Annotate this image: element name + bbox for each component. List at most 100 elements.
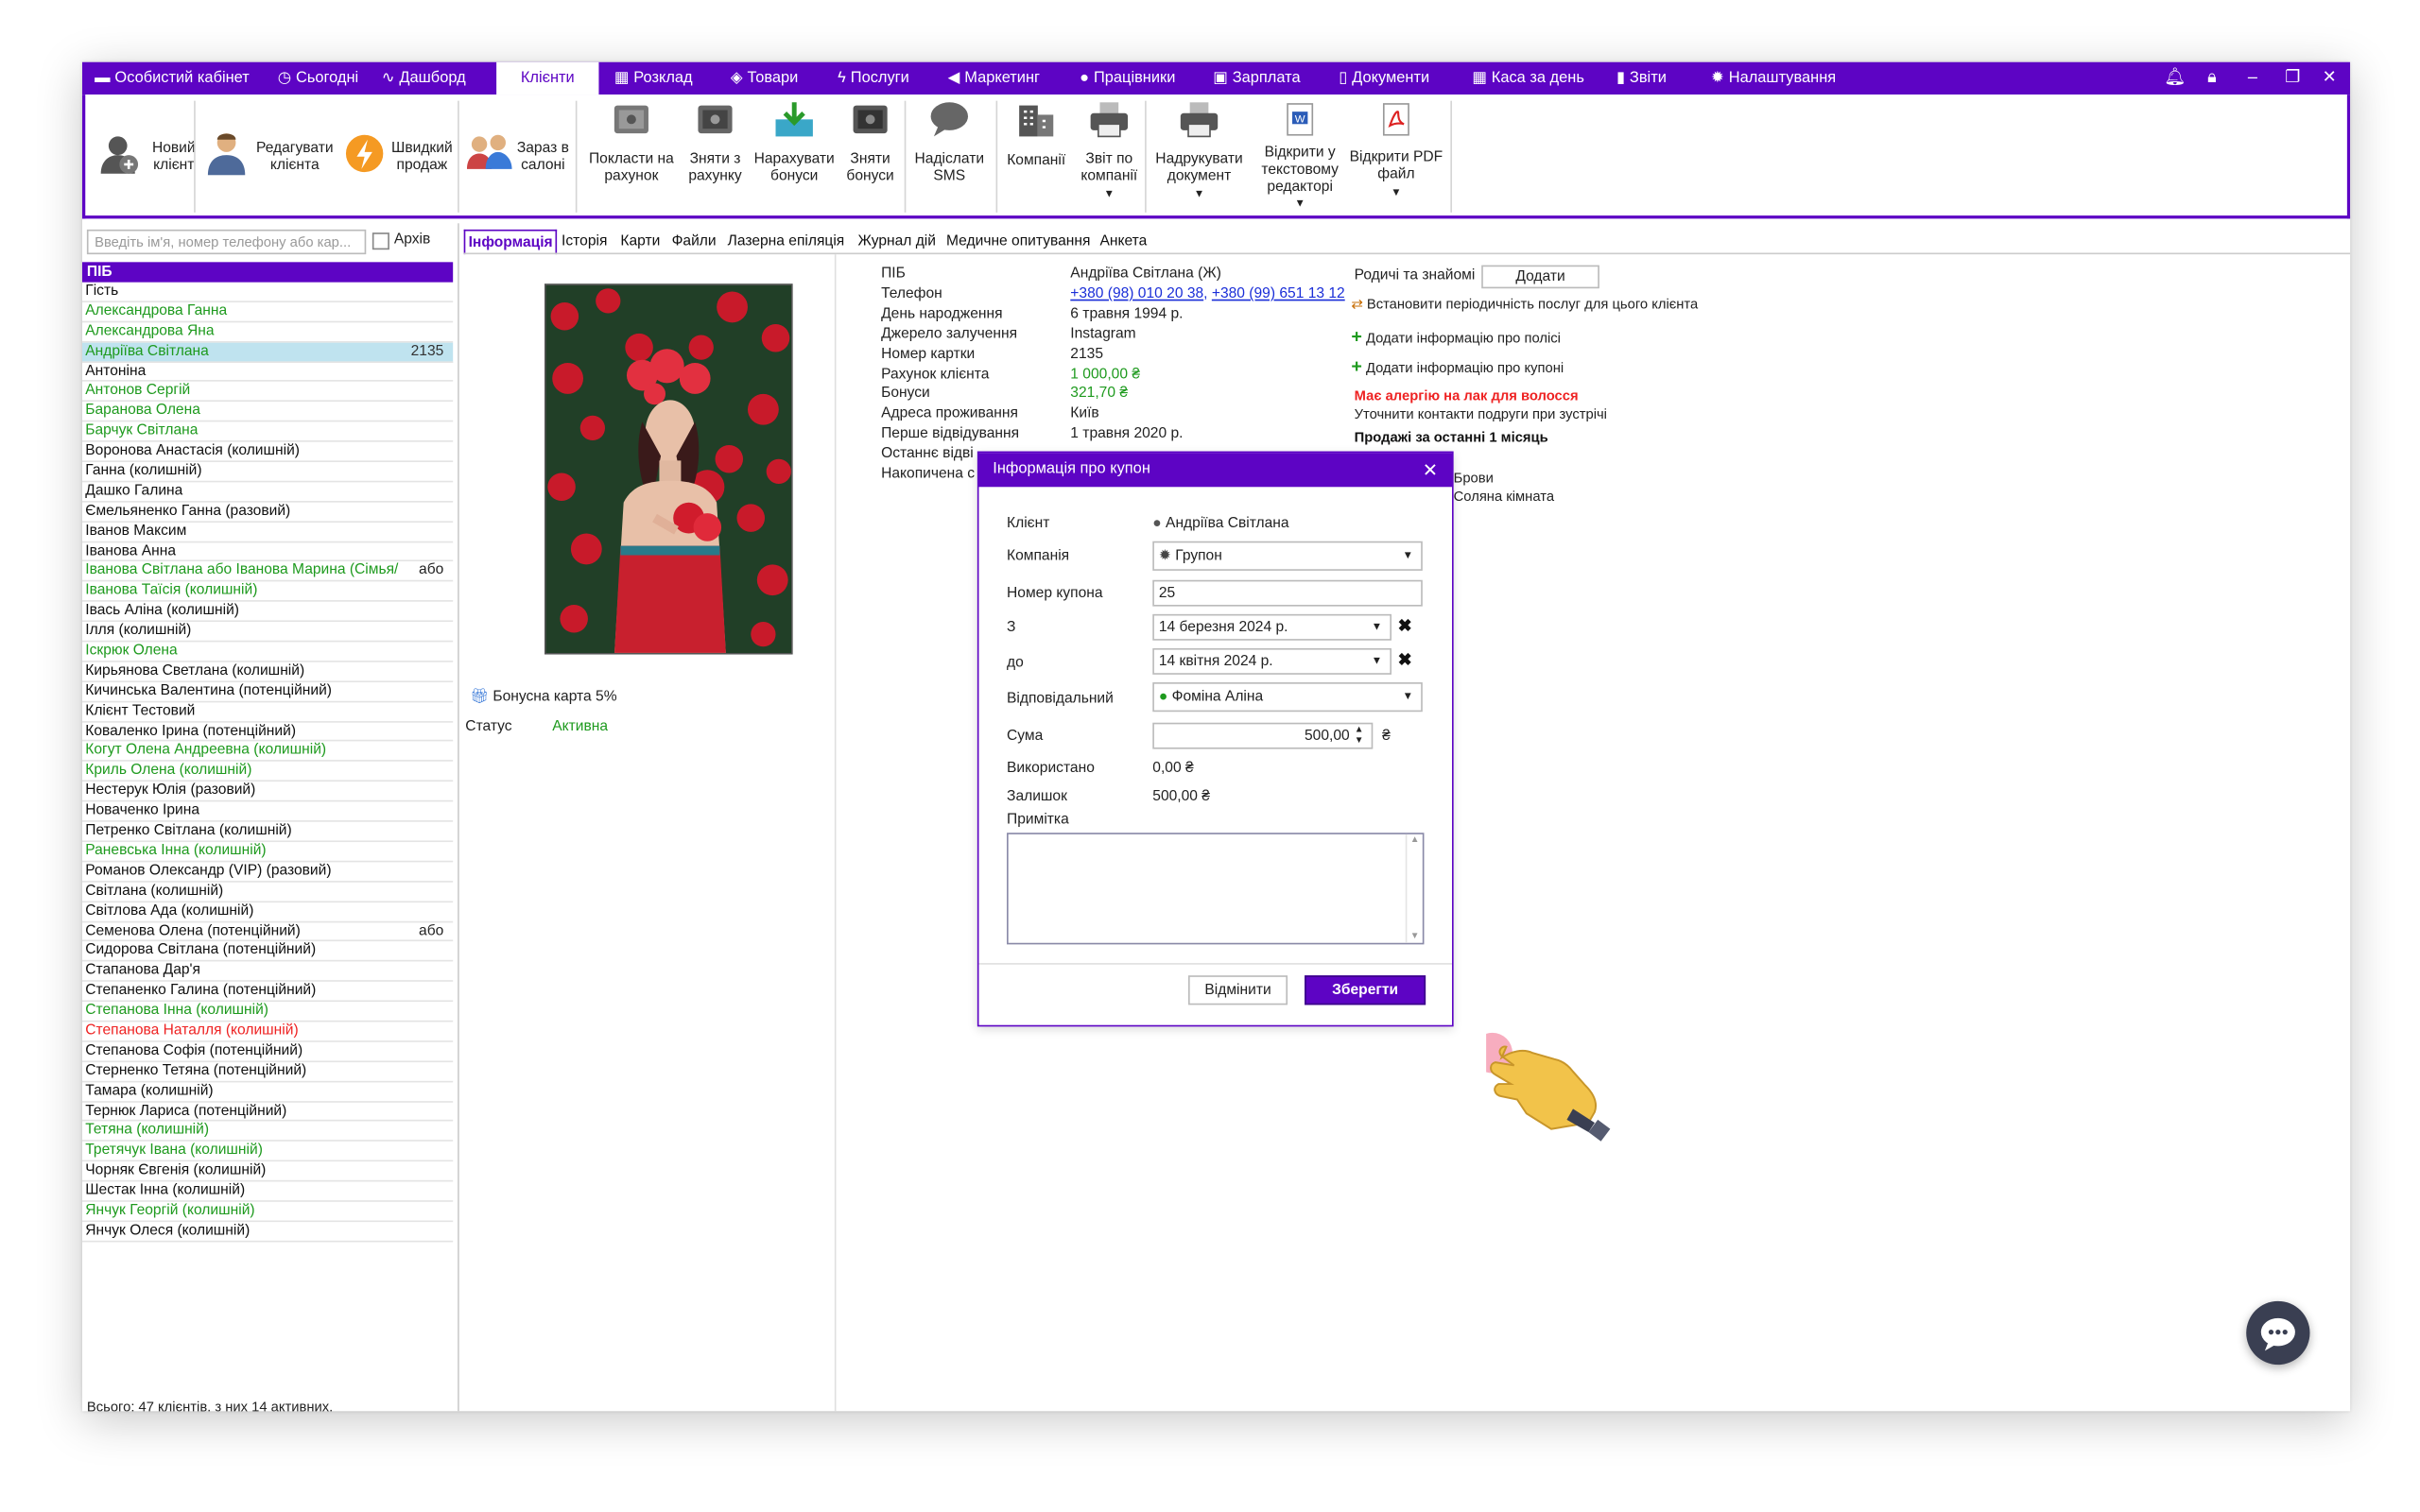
client-photo[interactable]: [544, 284, 793, 655]
client-list-item[interactable]: Барчук Світлана: [81, 422, 454, 442]
tab-info[interactable]: Інформація: [463, 229, 558, 255]
from-date-picker[interactable]: 14 березня 2024 р. ▼: [1152, 613, 1392, 641]
client-list-item[interactable]: Александрова Ганна: [81, 302, 454, 322]
client-list-item[interactable]: Стапанова Дар'я: [81, 962, 454, 983]
client-list-item[interactable]: Сидорова Світлана (потенційний): [81, 942, 454, 962]
client-list-item[interactable]: Янчук Олеся (колишній): [81, 1222, 454, 1243]
chat-button[interactable]: [2246, 1300, 2310, 1366]
client-list-item[interactable]: Антонов Сергій: [81, 382, 454, 403]
client-list-item[interactable]: Степанова Софія (потенційний): [81, 1042, 454, 1062]
open-pdf-button[interactable]: Відкрити PDF файл ▼: [1348, 94, 1444, 215]
client-list-item[interactable]: Тетяна (колишній): [81, 1122, 454, 1143]
client-list-item[interactable]: Нестерук Юлія (разовий): [81, 782, 454, 802]
client-list-item[interactable]: Шестак Інна (колишній): [81, 1182, 454, 1202]
client-list-item[interactable]: Ганна (колишній): [81, 462, 454, 483]
client-list-item[interactable]: Світлова Ада (колишній): [81, 902, 454, 922]
minimize-icon[interactable]: –: [2248, 62, 2257, 94]
client-list-item[interactable]: Тамара (колишній): [81, 1082, 454, 1102]
archive-checkbox[interactable]: [372, 232, 389, 250]
send-sms-button[interactable]: Надіслати SMS: [908, 94, 992, 215]
menu-item-clients[interactable]: Клієнти: [496, 61, 599, 95]
company-report-button[interactable]: Звіт по компанії ▼: [1075, 94, 1143, 215]
menu-item-cabinet[interactable]: ▬ Особистий кабінет: [95, 62, 250, 94]
phone-link[interactable]: +380 (99) 651 13 12: [1212, 285, 1345, 302]
client-list-item[interactable]: Іванов Максим: [81, 523, 454, 542]
scrollbar[interactable]: ▲ ▼: [1405, 833, 1423, 943]
withdraw-button[interactable]: Зняти з рахунку: [681, 94, 749, 215]
add-bonus-button[interactable]: Нарахувати бонуси: [752, 94, 837, 215]
close-window-icon[interactable]: ✕: [2323, 62, 2337, 94]
save-button[interactable]: Зберегти: [1305, 975, 1426, 1005]
deposit-button[interactable]: Покласти на рахунок: [585, 94, 678, 215]
add-policy-link[interactable]: + Додати інформацію про полісі: [1351, 326, 1561, 348]
menu-item-staff[interactable]: ● Працівники: [1080, 62, 1175, 94]
client-list-item[interactable]: Чорняк Євгенія (колишній): [81, 1161, 454, 1182]
print-document-button[interactable]: Надрукувати документ ▼: [1152, 94, 1245, 215]
note-textarea[interactable]: ▲ ▼: [1007, 833, 1425, 945]
to-date-picker[interactable]: 14 квітня 2024 р. ▼: [1152, 647, 1392, 675]
tab-survey[interactable]: Анкета: [1099, 230, 1147, 254]
client-list-item[interactable]: Клієнт Тестовий: [81, 702, 454, 723]
tab-log[interactable]: Журнал дій: [857, 230, 935, 254]
coupon-number-input[interactable]: 25: [1152, 579, 1423, 607]
quick-sale-button[interactable]: Швидкий продаж: [339, 94, 458, 215]
menu-item-cash[interactable]: ▦ Каса за день: [1472, 62, 1584, 94]
set-periodicity-link[interactable]: ⇄ Встановити періодичність послуг для ць…: [1351, 296, 1698, 313]
open-editor-button[interactable]: W Відкрити у текстовому редакторі ▼: [1252, 94, 1348, 215]
tab-cards[interactable]: Карти: [620, 230, 660, 254]
client-list-item[interactable]: Криль Олена (колишній): [81, 762, 454, 782]
client-search-input[interactable]: Введіть ім'я, номер телефону або кар...: [86, 229, 367, 255]
menu-item-marketing[interactable]: ◀ Маркетинг: [948, 62, 1040, 94]
menu-item-documents[interactable]: ▯ Документи: [1339, 62, 1429, 94]
client-list-item[interactable]: Ємельяненко Ганна (разовий): [81, 502, 454, 523]
remove-bonus-button[interactable]: Зняти бонуси: [839, 94, 902, 215]
client-list-item[interactable]: Дашко Галина: [81, 482, 454, 503]
menu-item-settings[interactable]: ✹ Налаштування: [1711, 62, 1836, 94]
menu-item-goods[interactable]: ◈ Товари: [731, 62, 798, 94]
client-list-item[interactable]: Степанова Наталля (колишній): [81, 1022, 454, 1042]
close-icon[interactable]: ✕: [1423, 453, 1439, 487]
client-list-item[interactable]: Когут Олена Андреевна (колишній): [81, 742, 454, 763]
client-list-item[interactable]: Тернюк Лариса (потенційний): [81, 1102, 454, 1123]
tab-history[interactable]: Історія: [562, 230, 607, 254]
client-list-item[interactable]: Воронова Анастасія (колишній): [81, 442, 454, 463]
add-coupon-link[interactable]: + Додати інформацію про купоні: [1351, 355, 1564, 377]
client-list-item[interactable]: Третячук Івана (колишній): [81, 1142, 454, 1162]
client-list-item[interactable]: Степаненко Галина (потенційний): [81, 982, 454, 1003]
client-list-item[interactable]: Степанова Інна (колишній): [81, 1002, 454, 1022]
client-list-item[interactable]: Семенова Олена (потенційний) або: [81, 922, 454, 942]
new-client-button[interactable]: Новий клієнт: [93, 94, 196, 215]
menu-item-salary[interactable]: ▣ Зарплата: [1213, 62, 1300, 94]
client-list-item[interactable]: Світлана (колишній): [81, 882, 454, 902]
client-list-item[interactable]: Кирьянова Светлана (колишній): [81, 662, 454, 682]
client-list-item[interactable]: Гість: [81, 283, 454, 302]
client-list-item[interactable]: Андріїва Світлана 2135: [81, 342, 454, 363]
lock-icon[interactable]: 🔒︎: [2207, 62, 2217, 94]
client-list-item[interactable]: Іванова Світлана або Іванова Марина (Сім…: [81, 562, 454, 582]
responsible-select[interactable]: ● Фоміна Аліна ▼: [1152, 682, 1423, 713]
menu-item-dashboard[interactable]: ∿ Дашборд: [382, 62, 466, 94]
menu-item-schedule[interactable]: ▦ Розклад: [614, 62, 693, 94]
client-list-item[interactable]: Ілля (колишній): [81, 622, 454, 643]
menu-item-reports[interactable]: ▮ Звіти: [1616, 62, 1667, 94]
stepper-icon[interactable]: ▲ ▼: [1355, 726, 1364, 747]
tab-files[interactable]: Файли: [672, 230, 717, 254]
client-list-item[interactable]: Раневська Інна (колишній): [81, 842, 454, 863]
bell-icon[interactable]: 🔔︎: [2164, 62, 2186, 94]
clear-from-date-icon[interactable]: ✖: [1398, 615, 1412, 636]
tab-laser[interactable]: Лазерна епіляція: [728, 230, 845, 254]
client-list-item[interactable]: Александрова Яна: [81, 322, 454, 343]
phone-link[interactable]: +380 (98) 010 20 38: [1070, 285, 1203, 302]
in-salon-button[interactable]: Зараз в салоні: [465, 94, 574, 215]
client-list-item[interactable]: Стерненко Тетяна (потенційний): [81, 1062, 454, 1082]
client-list-item[interactable]: Іванова Анна: [81, 542, 454, 562]
client-list-item[interactable]: Антоніна: [81, 362, 454, 383]
client-list-item[interactable]: Іскрюк Олена: [81, 642, 454, 662]
column-header-name[interactable]: ПІБ: [81, 262, 454, 283]
client-list-item[interactable]: Коваленко Ірина (потенційний): [81, 722, 454, 743]
edit-client-button[interactable]: Редагувати клієнта: [203, 94, 337, 215]
menu-item-today[interactable]: ◷ Сьогодні: [278, 62, 358, 94]
menu-item-services[interactable]: ϟ Послуги: [838, 62, 909, 94]
client-list-item[interactable]: Янчук Георгій (колишній): [81, 1202, 454, 1222]
client-list-item[interactable]: Романов Олександр (VIP) (разовий): [81, 862, 454, 883]
